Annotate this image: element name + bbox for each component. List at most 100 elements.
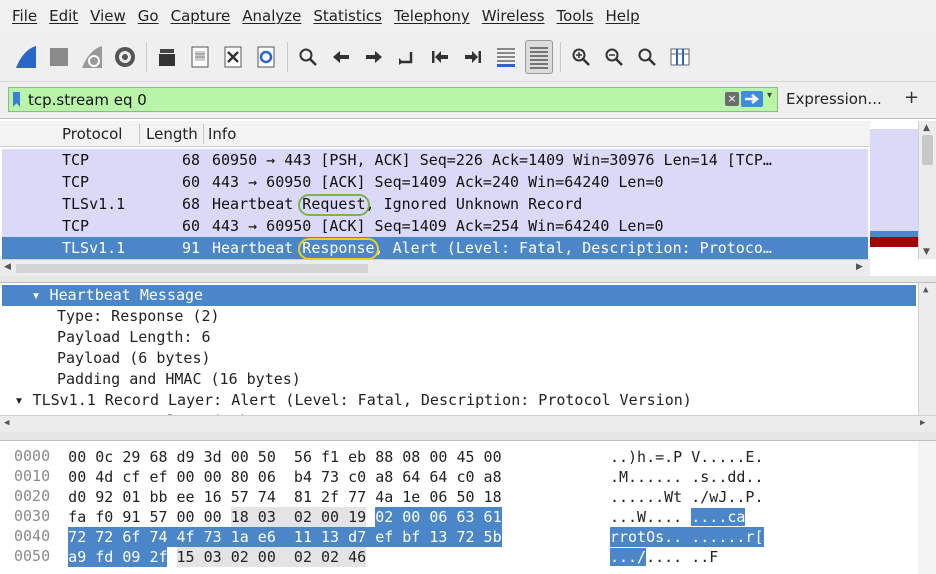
hex-byte[interactable]: 73 [321, 467, 339, 487]
filter-history-chevron-icon[interactable]: ▾ [767, 90, 777, 108]
detail-tree-item[interactable]: Padding and HMAC (16 bytes) [2, 369, 916, 390]
detail-tree-item[interactable]: Payload Length: 6 [2, 327, 916, 348]
column-divider[interactable] [139, 124, 140, 144]
filter-bookmark-icon[interactable] [13, 92, 20, 107]
hex-byte[interactable]: 16 [204, 487, 222, 507]
hex-byte[interactable]: 03 [257, 507, 294, 527]
hex-byte[interactable]: 00 [321, 507, 349, 527]
detail-tree-item[interactable]: ▾ Heartbeat Message [2, 285, 916, 306]
hex-byte[interactable]: 57 [149, 507, 167, 527]
expression-button[interactable]: Expression... [786, 90, 882, 108]
hex-byte[interactable]: 02 [375, 507, 403, 527]
hex-byte[interactable]: bb [149, 487, 167, 507]
hex-dump-row[interactable]: 0050 a9 fd 09 2f 15 03 02 00 02 02 46 .../.... ..F [0, 547, 900, 567]
hex-byte[interactable]: f1 [321, 447, 339, 467]
hex-byte[interactable]: 01 [122, 487, 140, 507]
details-horizontal-scrollbar[interactable]: ◀ ▶ [0, 415, 936, 432]
first-packet-icon[interactable] [426, 40, 454, 74]
hex-byte[interactable]: e6 [257, 527, 294, 547]
apply-filter-icon[interactable] [741, 91, 763, 107]
hex-byte[interactable]: 11 [293, 527, 321, 547]
hex-byte[interactable]: 81 [294, 487, 312, 507]
hex-byte[interactable]: 0c [95, 447, 113, 467]
hex-byte[interactable]: 00 [402, 507, 430, 527]
detail-tree-item[interactable]: Payload (6 bytes) [2, 348, 916, 369]
menu-edit[interactable]: Edit [43, 7, 84, 25]
packet-list-horizontal-scrollbar[interactable]: ◀ ▶ [0, 259, 870, 276]
menu-go[interactable]: Go [132, 7, 165, 25]
hex-byte[interactable]: 72 [95, 527, 123, 547]
hex-byte[interactable]: 15 [176, 547, 204, 567]
hex-byte[interactable]: 64 [402, 467, 420, 487]
hex-byte[interactable]: 4a [375, 487, 393, 507]
hex-byte[interactable]: 19 [348, 507, 366, 527]
ascii-dump[interactable]: ..)h.=.P V.....E. [610, 447, 764, 467]
save-file-icon[interactable] [186, 40, 214, 74]
packet-row[interactable]: TCP 60 443 → 60950 [ACK] Seq=1409 Ack=240 … [2, 171, 868, 193]
zoom-in-icon[interactable] [567, 40, 595, 74]
hex-byte[interactable]: 03 [203, 547, 231, 567]
hex-byte[interactable]: 68 [149, 447, 167, 467]
hex-dump-row[interactable]: 0040 72 72 6f 74 4f 73 1a e6 11 13 d7 ef bf 13 72 5b rrot… [0, 527, 900, 547]
hex-byte[interactable]: d7 [348, 527, 376, 547]
go-back-icon[interactable] [327, 40, 355, 74]
hex-byte[interactable]: 00 [429, 447, 447, 467]
packet-row[interactable]: TCP 68 60950 → 443 [PSH, ACK] Seq=226 Ack=… [2, 149, 868, 171]
pane-splitter[interactable] [0, 432, 936, 440]
hex-byte[interactable]: 50 [456, 487, 474, 507]
hex-byte[interactable]: 13 [321, 527, 349, 547]
hex-byte[interactable]: c0 [348, 467, 366, 487]
colorize-icon[interactable] [525, 39, 553, 74]
column-header-info[interactable]: Info [208, 125, 236, 143]
restart-icon[interactable] [78, 40, 106, 74]
column-header-protocol[interactable]: Protocol [62, 125, 122, 143]
ascii-dump[interactable]: ...W.... ....ca [610, 507, 746, 527]
hex-byte[interactable]: 18 [484, 487, 502, 507]
menu-statistics[interactable]: Statistics [307, 7, 388, 25]
reload-icon[interactable] [252, 40, 280, 74]
hex-byte[interactable]: d9 [177, 447, 195, 467]
hex-byte[interactable]: 88 [375, 447, 393, 467]
stop-icon[interactable] [45, 40, 73, 74]
display-filter-input[interactable]: tcp.stream eq 0 × ▾ [8, 87, 778, 112]
hex-byte[interactable]: b4 [294, 467, 312, 487]
hex-byte[interactable]: 74 [258, 487, 276, 507]
hex-byte[interactable]: 02 [321, 547, 349, 567]
hex-byte[interactable]: d0 [68, 487, 86, 507]
hex-byte[interactable]: fd [95, 547, 123, 567]
hex-byte[interactable]: 1e [402, 487, 420, 507]
hex-byte[interactable]: 00 [204, 507, 222, 527]
hex-byte[interactable]: ee [177, 487, 195, 507]
hex-dump-row[interactable]: 0000 00 0c 29 68 d9 3d 00 50 56 f1 eb 88 08 00 45 00 ..)h… [0, 447, 900, 467]
ascii-dump[interactable]: .../.... ..F [609, 547, 718, 567]
autoscroll-icon[interactable] [492, 40, 520, 74]
hex-byte[interactable]: 00 [204, 467, 222, 487]
hex-byte[interactable]: 02 [230, 547, 258, 567]
hex-byte[interactable]: ef [149, 467, 167, 487]
find-icon[interactable] [294, 40, 322, 74]
normal-size-icon[interactable] [633, 40, 661, 74]
hex-byte[interactable]: 77 [348, 487, 366, 507]
column-header-length[interactable]: Length [146, 125, 198, 143]
resize-columns-icon[interactable] [666, 40, 694, 74]
ascii-dump[interactable]: ......Wt ./wJ..P. [610, 487, 764, 507]
hex-byte[interactable]: 1a [230, 527, 258, 547]
hex-byte[interactable]: 2f [149, 547, 168, 567]
hex-byte[interactable]: 00 [177, 507, 195, 527]
hex-byte[interactable]: 00 [257, 547, 294, 567]
hex-byte[interactable]: 00 [231, 447, 249, 467]
hex-byte[interactable]: 45 [456, 447, 474, 467]
hex-byte[interactable]: 61 [483, 507, 502, 527]
hex-byte[interactable]: a9 [68, 547, 96, 567]
hex-byte[interactable]: fa [68, 507, 86, 527]
hex-byte[interactable]: 91 [122, 507, 140, 527]
hex-dump-row[interactable]: 0030 fa f0 91 57 00 00 18 03 02 00 19 02 00 06 63 61 ...W… [0, 507, 900, 527]
shark-fin-start-icon[interactable] [12, 40, 40, 74]
details-vertical-scrollbar[interactable]: ▲ [918, 283, 936, 415]
hex-byte[interactable]: bf [402, 527, 430, 547]
hex-byte[interactable]: 92 [95, 487, 113, 507]
hex-byte[interactable]: 00 [68, 467, 86, 487]
hex-byte[interactable]: 3d [204, 447, 222, 467]
display-filter-text[interactable]: tcp.stream eq 0 [28, 91, 147, 109]
close-file-icon[interactable] [219, 40, 247, 74]
